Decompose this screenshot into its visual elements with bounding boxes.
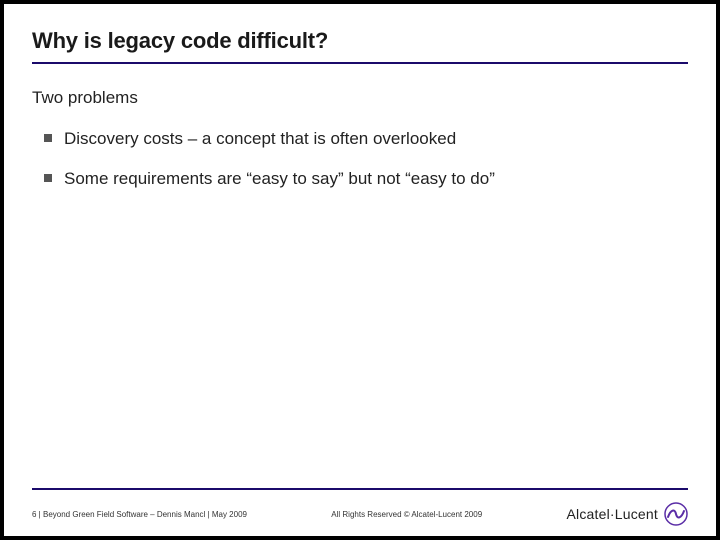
slide-content: Two problems Discovery costs – a concept…: [32, 64, 688, 488]
footer-date: May 2009: [212, 510, 247, 519]
footer-copyright: All Rights Reserved © Alcatel-Lucent 200…: [247, 510, 567, 519]
lead-text: Two problems: [32, 88, 688, 108]
list-item: Discovery costs – a concept that is ofte…: [42, 128, 688, 150]
footer-divider: [32, 488, 688, 490]
brand: Alcatel·Lucent: [566, 502, 688, 526]
footer-left: 6 | Beyond Green Field Software – Dennis…: [32, 510, 247, 519]
footer-doc-title: Beyond Green Field Software – Dennis Man…: [43, 510, 205, 519]
bullet-list: Discovery costs – a concept that is ofte…: [32, 128, 688, 190]
brand-logo-icon: [664, 502, 688, 526]
brand-name: Alcatel·Lucent: [566, 506, 658, 522]
slide: Why is legacy code difficult? Two proble…: [4, 4, 716, 536]
slide-footer: 6 | Beyond Green Field Software – Dennis…: [32, 498, 688, 536]
list-item: Some requirements are “easy to say” but …: [42, 168, 688, 190]
slide-title: Why is legacy code difficult?: [32, 28, 688, 62]
